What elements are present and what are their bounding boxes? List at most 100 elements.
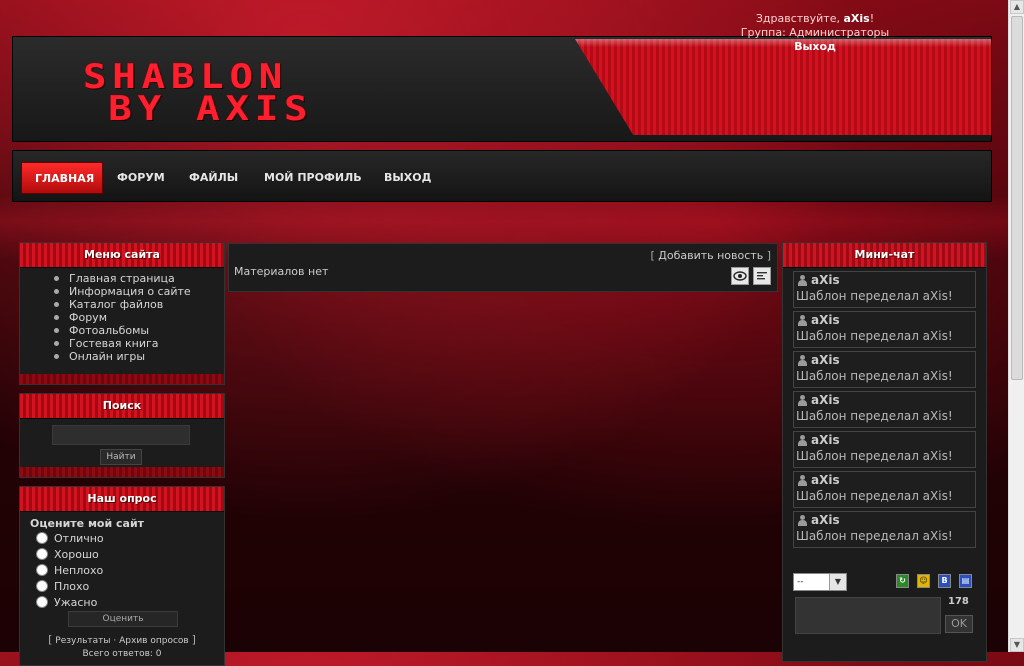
scroll-up-icon[interactable]: ▲ xyxy=(1010,0,1024,14)
chat-nick[interactable]: aXis xyxy=(811,433,840,447)
chat-text: Шаблон переделал aXis! xyxy=(796,329,953,343)
chat-nick[interactable]: aXis xyxy=(811,393,840,407)
poll-question: Оцените мой сайт xyxy=(30,517,145,530)
radio-button[interactable] xyxy=(36,564,48,576)
page: SHABLON BY AXIS Здравствуйте, aXis! Груп… xyxy=(0,0,1008,666)
chat-nick[interactable]: aXis xyxy=(811,513,840,527)
bullet-icon xyxy=(54,288,59,294)
menu-item[interactable]: Гостевая книга xyxy=(54,337,224,350)
poll-block: Наш опрос Оцените мой сайт Отлично Хорош… xyxy=(19,486,225,666)
chat-text: Шаблон переделал aXis! xyxy=(796,409,953,423)
bullet-icon xyxy=(54,275,59,281)
bullet-icon xyxy=(54,353,59,359)
nav-item-logout[interactable]: ВЫХОД xyxy=(371,162,444,194)
poll-option[interactable]: Ужасно xyxy=(36,596,97,610)
username[interactable]: aXis xyxy=(843,12,869,25)
menu-item[interactable]: Форум xyxy=(54,311,224,324)
search-title: Поиск xyxy=(20,394,224,419)
chat-send-button[interactable]: OK xyxy=(945,615,973,633)
poll-title: Наш опрос xyxy=(20,487,224,512)
chat-message: aXis Шаблон переделал aXis! xyxy=(793,271,976,308)
add-news: [ Добавить новость ] xyxy=(650,249,771,262)
bullet-icon xyxy=(54,314,59,320)
poll-option[interactable]: Отлично xyxy=(36,532,104,546)
menu-item[interactable]: Онлайн игры xyxy=(54,350,224,363)
chat-message: aXis Шаблон переделал aXis! xyxy=(793,311,976,348)
block-footer xyxy=(20,467,224,477)
bullet-icon xyxy=(54,301,59,307)
site-logo[interactable]: SHABLON BY AXIS xyxy=(83,60,314,129)
site-menu-list: Главная страница Информация о сайте Ката… xyxy=(20,272,224,363)
bbcode-icon[interactable]: B xyxy=(938,574,951,588)
nav-item-forum[interactable]: ФОРУМ xyxy=(104,162,178,194)
chevron-down-icon: ▼ xyxy=(829,574,846,590)
mini-chat-title: Мини-чат xyxy=(783,243,986,268)
no-materials-text: Материалов нет xyxy=(234,265,329,278)
chat-text: Шаблон переделал aXis! xyxy=(796,369,953,383)
chat-nick[interactable]: aXis xyxy=(811,313,840,327)
char-counter: 178 xyxy=(948,596,969,607)
nav-item-files[interactable]: ФАЙЛЫ xyxy=(176,162,251,194)
menu-item[interactable]: Каталог файлов xyxy=(54,298,224,311)
user-icon xyxy=(797,275,808,286)
search-button[interactable]: Найти xyxy=(100,449,142,465)
chat-message: aXis Шаблон переделал aXis! xyxy=(793,431,976,468)
radio-button[interactable] xyxy=(36,596,48,608)
radio-button[interactable] xyxy=(36,532,48,544)
block-footer xyxy=(20,374,224,384)
user-icon xyxy=(797,435,808,446)
user-icon xyxy=(797,315,808,326)
poll-option[interactable]: Неплохо xyxy=(36,564,103,578)
scrollbar-thumb[interactable] xyxy=(1011,16,1023,380)
user-icon xyxy=(797,355,808,366)
nav-item-home[interactable]: ГЛАВНАЯ xyxy=(21,162,103,194)
search-block: Поиск Найти xyxy=(19,393,225,478)
eye-icon[interactable] xyxy=(731,267,749,285)
refresh-icon[interactable]: ↻ xyxy=(896,574,909,588)
poll-links: [ Результаты · Архив опросов ] xyxy=(48,633,196,646)
bullet-icon xyxy=(54,340,59,346)
poll-option[interactable]: Плохо xyxy=(36,580,89,594)
smile-select[interactable]: -- ▼ xyxy=(793,573,847,591)
chat-nick[interactable]: aXis xyxy=(811,353,840,367)
user-welcome: Здравствуйте, aXis! Группа: Администрато… xyxy=(700,12,930,54)
chat-message: aXis Шаблон переделал aXis! xyxy=(793,511,976,548)
site-menu-title: Меню сайта xyxy=(20,243,224,268)
main-nav: ГЛАВНАЯ ФОРУМ ФАЙЛЫ МОЙ ПРОФИЛЬ ВЫХОД xyxy=(12,150,992,202)
logo-line-2: BY AXIS xyxy=(108,89,314,129)
menu-item[interactable]: Информация о сайте xyxy=(54,285,224,298)
scroll-down-icon[interactable]: ▼ xyxy=(1010,638,1024,652)
bullet-icon xyxy=(54,327,59,333)
poll-total-votes: Всего ответов: 0 xyxy=(82,649,162,659)
nav-item-profile[interactable]: МОЙ ПРОФИЛЬ xyxy=(251,162,375,194)
greeting-text: Здравствуйте, xyxy=(755,12,840,25)
user-group: Группа: Администраторы xyxy=(740,26,890,39)
chat-text: Шаблон переделал aXis! xyxy=(796,289,953,303)
chat-text: Шаблон переделал aXis! xyxy=(796,489,953,503)
menu-item[interactable]: Главная страница xyxy=(54,272,224,285)
user-icon xyxy=(797,515,808,526)
archive-link[interactable]: Архив опросов xyxy=(119,636,189,646)
site-menu-block: Меню сайта Главная страница Информация о… xyxy=(19,242,225,385)
list-icon[interactable] xyxy=(753,267,771,285)
results-link[interactable]: Результаты xyxy=(55,636,110,646)
chat-text: Шаблон переделал aXis! xyxy=(796,449,953,463)
page-scrollbar[interactable]: ▲ ▼ xyxy=(1008,0,1024,652)
smiley-icon[interactable]: ☺ xyxy=(917,574,930,588)
chat-nick[interactable]: aXis xyxy=(811,473,840,487)
chat-message-input[interactable] xyxy=(795,597,941,634)
menu-item[interactable]: Фотоальбомы xyxy=(54,324,224,337)
chat-message: aXis Шаблон переделал aXis! xyxy=(793,351,976,388)
logout-link[interactable]: Выход xyxy=(700,40,930,54)
search-input[interactable] xyxy=(52,425,190,445)
chat-message: aXis Шаблон переделал aXis! xyxy=(793,471,976,508)
radio-button[interactable] xyxy=(36,580,48,592)
history-icon[interactable]: ▤ xyxy=(959,574,972,588)
add-news-link[interactable]: Добавить новость xyxy=(658,249,763,262)
radio-button[interactable] xyxy=(36,548,48,560)
chat-message: aXis Шаблон переделал aXis! xyxy=(793,391,976,428)
chat-nick[interactable]: aXis xyxy=(811,273,840,287)
user-icon xyxy=(797,395,808,406)
poll-option[interactable]: Хорошо xyxy=(36,548,99,562)
vote-button[interactable]: Оценить xyxy=(68,611,178,627)
